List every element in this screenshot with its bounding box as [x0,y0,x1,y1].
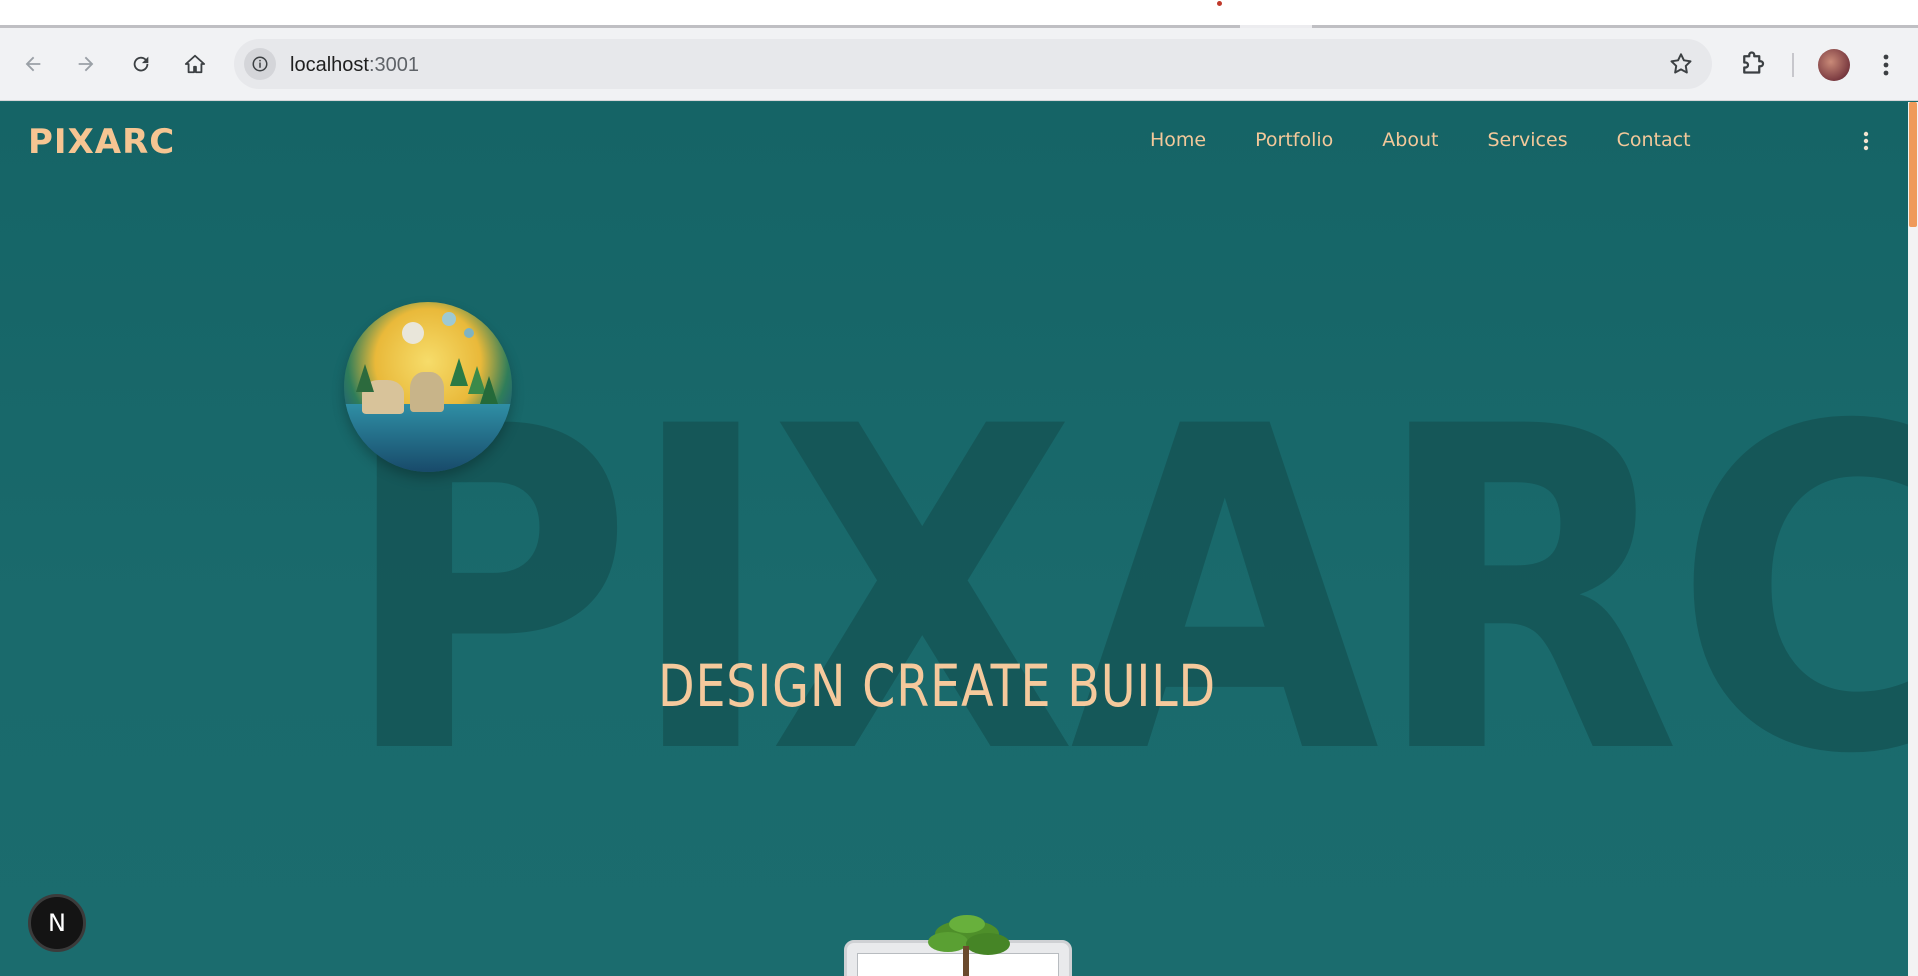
nav-portfolio[interactable]: Portfolio [1255,129,1333,151]
nav-about[interactable]: About [1382,129,1438,151]
nav-services[interactable]: Services [1487,129,1567,151]
recording-indicator-icon [1217,1,1222,6]
toolbar-divider [1792,53,1794,77]
url-port: :3001 [368,54,419,76]
extensions-button[interactable] [1738,50,1768,85]
reload-icon [133,56,149,72]
site-nav: Home Portfolio About Services Contact [1150,129,1740,151]
bookmark-star-icon[interactable] [1668,51,1694,77]
scrollbar-thumb[interactable] [1909,102,1917,227]
planet-illustration [344,302,512,472]
forward-arrow-icon [78,56,94,72]
home-button[interactable] [178,47,212,81]
hero-watermark: PIXARC [340,333,1908,851]
forward-button[interactable] [69,47,103,81]
reload-button[interactable] [124,47,158,81]
nextjs-dev-badge[interactable]: N [28,894,86,952]
page-scrollbar[interactable] [1908,102,1918,976]
bonsai-tree-icon [928,915,1010,976]
site-menu-icon[interactable] [1858,128,1874,154]
browser-toolbar: localhost:3001 [0,28,1918,101]
url-text[interactable]: localhost:3001 [290,54,419,77]
site-info-icon[interactable] [244,48,276,80]
page-viewport: PIXARC Home Portfolio About Services Con… [0,102,1908,976]
url-host: localhost [290,54,369,76]
tab-strip [0,0,1918,29]
home-icon [184,54,206,74]
hero-tagline: DESIGN CREATE BUILD [658,652,1216,720]
address-bar[interactable]: localhost:3001 [234,39,1712,89]
site-logo[interactable]: PIXARC [28,122,175,162]
back-button[interactable] [16,47,50,81]
profile-avatar[interactable] [1818,49,1850,81]
browser-menu-icon[interactable] [1876,50,1896,80]
nav-home[interactable]: Home [1150,129,1206,151]
back-arrow-icon [25,56,41,72]
nav-contact[interactable]: Contact [1617,129,1691,151]
puzzle-icon [1743,51,1765,74]
